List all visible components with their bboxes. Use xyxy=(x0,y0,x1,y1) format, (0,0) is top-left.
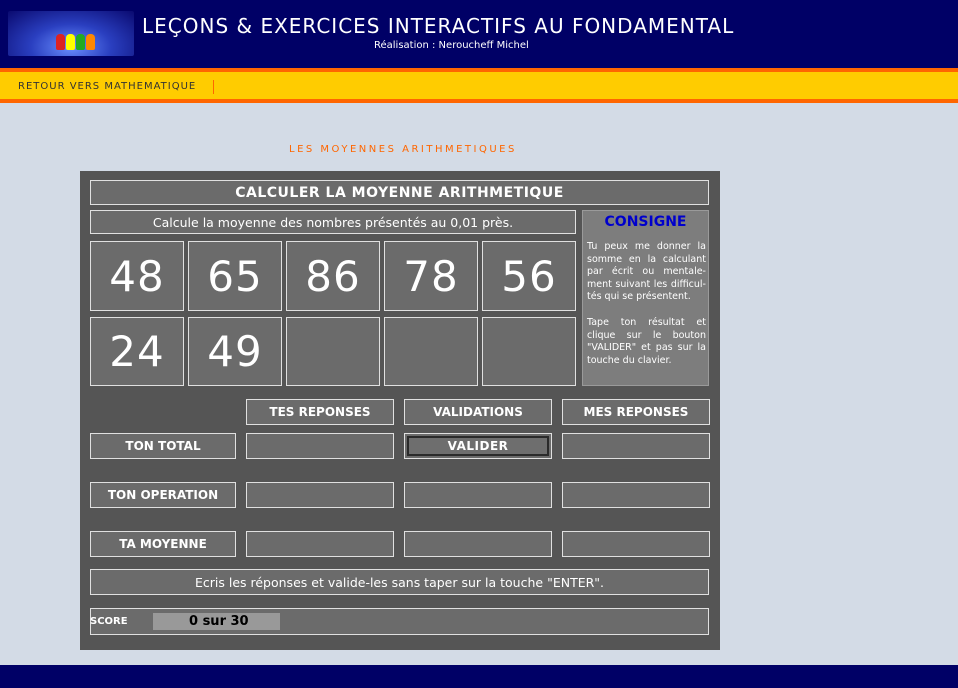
number-cell-empty xyxy=(384,317,478,386)
number-cell-empty xyxy=(286,317,380,386)
section-title: LES MOYENNES ARITHMETIQUES xyxy=(289,144,517,155)
col-header-mes-reponses: MES REPONSES xyxy=(562,399,710,425)
back-to-math-link[interactable]: RETOUR VERS MATHEMATIQUE xyxy=(18,81,196,92)
moyenne-answer-input[interactable] xyxy=(246,531,394,557)
total-answer-input[interactable] xyxy=(246,433,394,459)
instruction-text: Calcule la moyenne des nombres présentés… xyxy=(90,210,576,234)
col-header-tes-reponses: TES REPONSES xyxy=(246,399,394,425)
exercise-heading: CALCULER LA MOYENNE ARITHMETIQUE xyxy=(90,180,709,205)
exercise-panel: CALCULER LA MOYENNE ARITHMETIQUE Calcule… xyxy=(80,171,720,650)
number-cell-empty xyxy=(482,317,576,386)
total-correct-answer xyxy=(562,433,710,459)
number-cell: 24 xyxy=(90,317,184,386)
consigne-title: CONSIGNE xyxy=(604,214,687,230)
number-cell: 65 xyxy=(188,241,282,311)
consigne-box: CONSIGNE Tu peux me donner la somme en l… xyxy=(582,210,709,386)
col-header-validations: VALIDATIONS xyxy=(404,399,552,425)
number-cell: 78 xyxy=(384,241,478,311)
row-label-operation: TON OPERATION xyxy=(90,482,236,508)
site-title: LEÇONS & EXERCICES INTERACTIFS AU FONDAM… xyxy=(142,14,735,38)
operation-answer-input[interactable] xyxy=(246,482,394,508)
row-label-total: TON TOTAL xyxy=(90,433,236,459)
consigne-paragraph: Tape ton résultat et clique sur le bouto… xyxy=(587,316,706,366)
site-logo xyxy=(8,11,134,56)
number-cell: 49 xyxy=(188,317,282,386)
site-header: LEÇONS & EXERCICES INTERACTIFS AU FONDAM… xyxy=(0,0,958,68)
consigne-text: Tu peux me donner la somme en la calcula… xyxy=(587,241,706,380)
site-footer xyxy=(0,665,958,688)
consigne-paragraph: Tu peux me donner la somme en la calcula… xyxy=(587,241,706,303)
score-label: SCORE xyxy=(90,616,128,627)
moyenne-correct-answer xyxy=(562,531,710,557)
number-cell: 48 xyxy=(90,241,184,311)
site-subtitle: Réalisation : Neroucheff Michel xyxy=(374,40,529,51)
nav-divider xyxy=(213,80,214,94)
footer-note: Ecris les réponses et valide-les sans ta… xyxy=(90,569,709,595)
moyenne-validation-cell xyxy=(404,531,552,557)
operation-correct-answer xyxy=(562,482,710,508)
number-cell: 56 xyxy=(482,241,576,311)
number-cell: 86 xyxy=(286,241,380,311)
operation-validation-cell xyxy=(404,482,552,508)
row-label-moyenne: TA MOYENNE xyxy=(90,531,236,557)
score-value: 0 sur 30 xyxy=(153,613,280,630)
nav-bar: RETOUR VERS MATHEMATIQUE xyxy=(0,68,958,103)
validate-button[interactable]: VALIDER xyxy=(407,436,549,456)
